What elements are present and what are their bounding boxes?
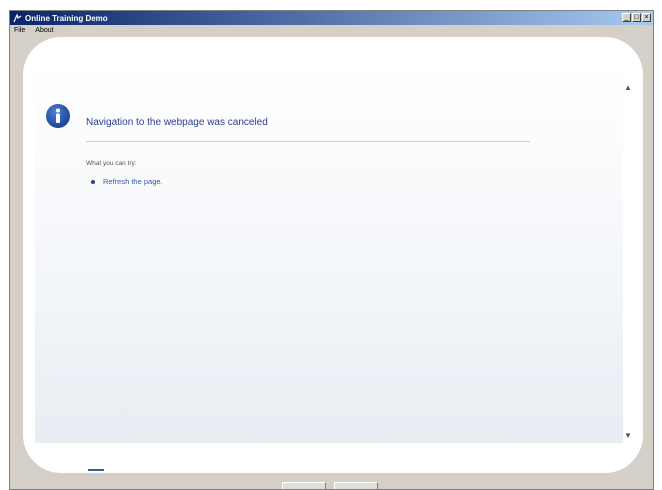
browser-content: Navigation to the webpage was canceled W…	[35, 59, 633, 443]
minimize-button[interactable]: _	[622, 13, 631, 22]
bottom-link-mark	[88, 469, 104, 471]
error-title: Navigation to the webpage was canceled	[86, 117, 268, 128]
app-window: Online Training Demo _ □ × File About Na…	[9, 10, 654, 490]
scrollbar[interactable]: ▲ ▼	[623, 59, 633, 443]
bullet-icon	[91, 179, 95, 184]
menu-about[interactable]: About	[35, 27, 53, 34]
prev-slide-button[interactable]: Prev Slide	[282, 482, 326, 489]
menu-bar: File About	[10, 25, 653, 35]
info-icon	[45, 103, 71, 134]
slide-stage: Navigation to the webpage was canceled W…	[23, 37, 643, 473]
app-icon	[13, 13, 22, 23]
scroll-down-button[interactable]: ▼	[623, 429, 633, 443]
refresh-link[interactable]: Refresh the page.	[103, 177, 163, 186]
title-bar[interactable]: Online Training Demo _ □ ×	[10, 11, 653, 25]
window-controls: _ □ ×	[622, 13, 651, 22]
divider	[86, 141, 530, 142]
close-button[interactable]: ×	[642, 13, 651, 22]
maximize-button[interactable]: □	[632, 13, 641, 22]
refresh-item: Refresh the page.	[91, 177, 163, 186]
menu-file[interactable]: File	[14, 27, 25, 34]
scroll-up-button[interactable]: ▲	[623, 81, 633, 95]
window-title: Online Training Demo	[25, 13, 108, 23]
next-slide-button[interactable]: Next Slide	[334, 482, 378, 489]
try-label: What you can try:	[86, 160, 137, 167]
